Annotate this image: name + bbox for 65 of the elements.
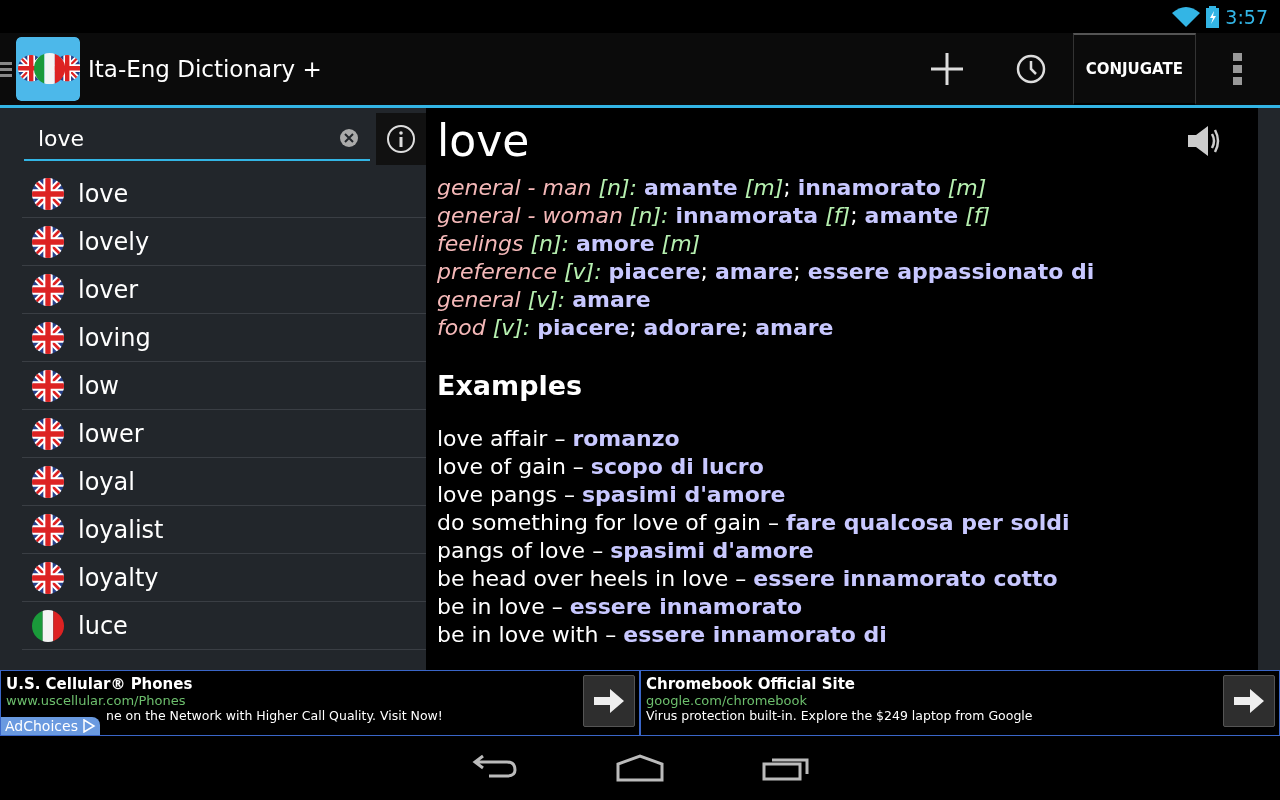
app-logo-icon[interactable] [16,37,80,101]
ad-url[interactable]: google.com/chromebook [646,693,1223,708]
wifi-icon [1172,6,1201,27]
overflow-icon [1233,53,1243,85]
plus-icon [929,52,964,86]
battery-icon [1206,5,1220,28]
result-item[interactable]: lover [22,266,426,314]
search-field[interactable]: love [36,124,340,152]
sense-line: general - man [n]: amante [m]; innamorato [m] [437,174,988,202]
flag-icon [32,561,64,594]
ad-arrow-button[interactable] [583,675,635,727]
ad-title[interactable]: U.S. Cellular® Phones [6,675,583,693]
flag-icon [32,513,64,546]
speaker-icon[interactable] [1186,124,1222,158]
flag-icon [32,465,64,498]
flag-icon [32,177,64,210]
flag-icon [32,609,64,642]
ad-description: ne on the Network with Higher Call Quality. Visit Now! [105,708,444,723]
menu-icon[interactable] [0,59,14,79]
ad-title[interactable]: Chromebook Official Site [646,675,1223,693]
ad-banner[interactable]: Chromebook Official Site google.com/chromebook Virus protection built-in. Explore the $249 laptop from Google [640,670,1280,736]
sense-line: general - woman [n]: innamorata [f]; amante [f] [437,202,992,230]
result-item[interactable]: love [22,170,426,218]
example-line: be head over heels in love – essere innamorato cotto [437,565,1059,593]
flag-icon [32,417,64,450]
app-title: Ita-Eng Dictionary + [88,56,323,82]
sense-line: general [v]: amare [437,286,652,314]
examples-heading: Examples [437,370,584,401]
result-item[interactable]: lovely [22,218,426,266]
sense-line: preference [v]: piacere; amare; essere appassionato di [437,258,1096,286]
example-line: be in love with – essere innamorato di [437,621,888,649]
ad-description: Virus protection built-in. Explore the $249 laptop from Google [646,708,1034,723]
arrow-icon [594,689,624,713]
example-line: be in love – essere innamorato [437,593,804,621]
example-line: love of gain – scopo di lucro [437,453,765,481]
example-line: love affair – romanzo [437,425,681,453]
result-item[interactable]: loving [22,314,426,362]
sense-line: food [v]: piacere; adorare; amare [437,314,835,342]
flag-icon [32,321,64,354]
clock-icon [1015,54,1046,84]
ad-url[interactable]: www.uscellular.com/Phones [6,693,583,708]
clear-icon[interactable] [340,129,358,147]
headword: love [437,114,530,168]
arrow-icon [1234,689,1264,713]
scrollbar-track[interactable] [1258,108,1280,670]
flag-icon [32,225,64,258]
result-item[interactable]: loyal [22,458,426,506]
info-icon [386,124,416,154]
sense-line: feelings [n]: amore [m] [437,230,702,258]
result-item[interactable]: loyalty [22,554,426,602]
result-item[interactable]: luce [22,602,426,650]
result-item[interactable]: low [22,362,426,410]
example-line: pangs of love – spasimi d'amore [437,537,815,565]
conjugate-button[interactable]: CONJUGATE [1072,33,1196,105]
ad-arrow-button[interactable] [1223,675,1275,727]
status-time: 3:57 [1225,5,1268,28]
flag-icon [32,273,64,306]
flag-icon [32,369,64,402]
example-line: love pangs – spasimi d'amore [437,481,787,509]
example-line: do something for love of gain – fare qualcosa per soldi [437,509,1071,537]
result-item[interactable]: loyalist [22,506,426,554]
result-item[interactable]: lower [22,410,426,458]
ad-banner[interactable]: U.S. Cellular® Phones www.uscellular.com/Phones ne on the Network with Higher Call Quality. Visit Now! AdChoices [0,670,640,736]
home-icon[interactable] [615,754,665,782]
info-button[interactable] [376,113,426,165]
